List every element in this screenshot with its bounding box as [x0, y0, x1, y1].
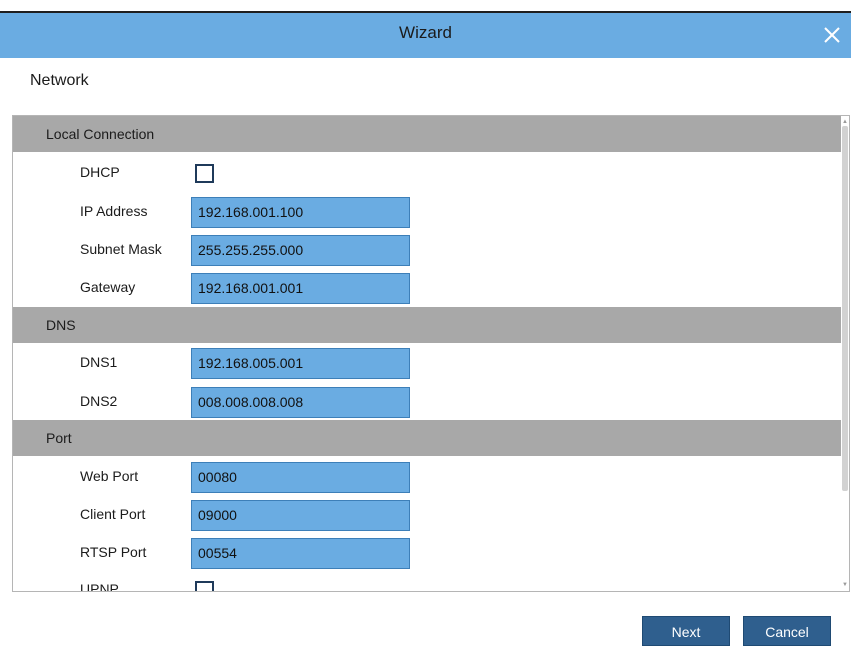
title-bar: Wizard	[0, 11, 851, 58]
cancel-button[interactable]: Cancel	[743, 616, 831, 646]
dns1-label: DNS1	[80, 354, 118, 370]
dns2-field[interactable]: 008.008.008.008	[191, 387, 410, 418]
close-icon	[824, 27, 840, 43]
rtsp-port-field[interactable]: 00554	[191, 538, 410, 569]
gateway-label: Gateway	[80, 279, 136, 295]
row-web-port: Web Port 00080	[13, 458, 839, 496]
section-header-port: Port	[13, 420, 843, 456]
dhcp-label: DHCP	[80, 164, 120, 180]
close-button[interactable]	[819, 22, 845, 48]
row-gateway: Gateway 192.168.001.001	[13, 269, 839, 307]
web-port-field[interactable]: 00080	[191, 462, 410, 493]
row-dns1: DNS1 192.168.005.001	[13, 344, 839, 382]
row-subnet-mask: Subnet Mask 255.255.255.000	[13, 231, 839, 269]
client-port-field[interactable]: 09000	[191, 500, 410, 531]
upnp-label: UPNP	[80, 581, 119, 592]
page-title: Network	[30, 72, 89, 89]
ip-address-label: IP Address	[80, 203, 148, 219]
upnp-checkbox[interactable]	[195, 581, 214, 591]
section-header-local-connection: Local Connection	[13, 116, 843, 152]
scroll-up-arrow-icon[interactable]: ▲	[841, 118, 849, 126]
rtsp-port-label: RTSP Port	[80, 544, 147, 560]
row-dhcp: DHCP	[13, 154, 839, 192]
client-port-label: Client Port	[80, 506, 146, 522]
dns1-field[interactable]: 192.168.005.001	[191, 348, 410, 379]
dhcp-checkbox[interactable]	[195, 164, 214, 183]
web-port-label: Web Port	[80, 468, 139, 484]
row-dns2: DNS2 008.008.008.008	[13, 383, 839, 421]
subnet-mask-label: Subnet Mask	[80, 241, 162, 257]
window-top-margin	[0, 0, 851, 11]
row-upnp: UPNP	[13, 571, 839, 592]
scrollbar[interactable]: ▲ ▼	[841, 116, 849, 591]
subnet-mask-field[interactable]: 255.255.255.000	[191, 235, 410, 266]
network-settings-panel: Local Connection DHCP IP Address 192.168…	[12, 115, 850, 592]
next-button[interactable]: Next	[642, 616, 730, 646]
window-title: Wizard	[399, 23, 452, 42]
scrollbar-thumb[interactable]	[842, 126, 848, 491]
row-client-port: Client Port 09000	[13, 496, 839, 534]
scroll-down-arrow-icon[interactable]: ▼	[841, 581, 849, 589]
gateway-field[interactable]: 192.168.001.001	[191, 273, 410, 304]
row-ip-address: IP Address 192.168.001.100	[13, 193, 839, 231]
ip-address-field[interactable]: 192.168.001.100	[191, 197, 410, 228]
row-rtsp-port: RTSP Port 00554	[13, 534, 839, 572]
section-header-dns: DNS	[13, 307, 843, 343]
dns2-label: DNS2	[80, 393, 118, 409]
